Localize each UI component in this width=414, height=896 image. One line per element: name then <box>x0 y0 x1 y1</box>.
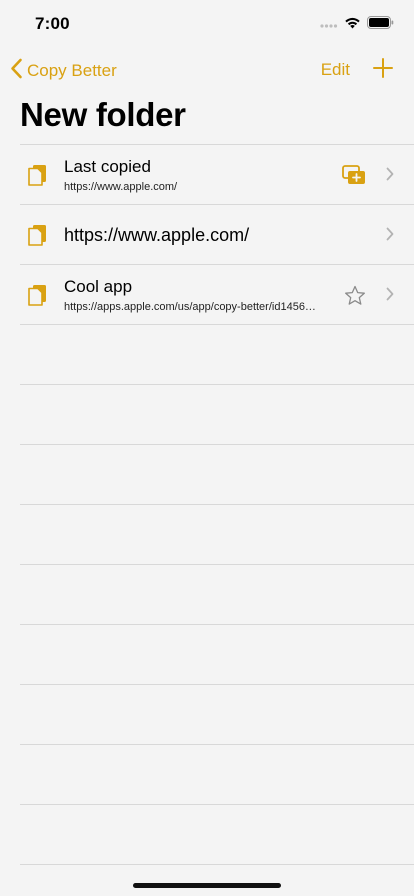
add-button[interactable] <box>372 57 394 84</box>
status-icons <box>320 16 394 34</box>
clipboard-icon <box>27 164 47 191</box>
back-button[interactable]: Copy Better <box>10 58 117 84</box>
empty-row <box>20 444 414 504</box>
empty-row <box>20 384 414 444</box>
clipboard-list: Last copied https://www.apple.com/ https… <box>0 144 414 896</box>
status-bar: 7:00 <box>0 0 414 48</box>
empty-row <box>20 324 414 384</box>
list-item-title: Cool app <box>64 277 133 296</box>
star-icon[interactable] <box>344 285 366 311</box>
clipboard-icon <box>27 284 47 311</box>
empty-row <box>20 804 414 864</box>
list-item-subtitle: https://www.apple.com/ <box>64 181 178 193</box>
clipboard-icon <box>27 224 47 251</box>
empty-row <box>20 864 414 896</box>
stacked-add-icon[interactable] <box>342 165 366 190</box>
cellular-signal-icon <box>320 16 338 34</box>
edit-button[interactable]: Edit <box>321 60 350 80</box>
list-item-title: Last copied <box>64 157 151 176</box>
navigation-bar: Copy Better Edit <box>0 52 414 90</box>
list-item[interactable]: Last copied https://www.apple.com/ <box>20 144 414 204</box>
empty-row <box>20 744 414 804</box>
plus-icon <box>373 58 393 78</box>
back-button-label: Copy Better <box>27 61 117 80</box>
chevron-right-icon <box>386 287 394 306</box>
battery-icon <box>367 16 394 34</box>
home-indicator[interactable] <box>133 883 281 888</box>
empty-row <box>20 684 414 744</box>
chevron-right-icon <box>386 167 394 186</box>
list-item-subtitle: https://apps.apple.com/us/app/copy-bette… <box>64 301 316 313</box>
empty-row <box>20 504 414 564</box>
page-title: New folder <box>20 96 186 133</box>
list-item[interactable]: Cool app https://apps.apple.com/us/app/c… <box>20 264 414 324</box>
empty-row <box>20 564 414 624</box>
chevron-left-icon <box>10 58 23 84</box>
list-item-title: https://www.apple.com/ <box>64 225 250 245</box>
empty-row <box>20 624 414 684</box>
wifi-icon <box>344 16 361 34</box>
chevron-right-icon <box>386 227 394 246</box>
list-item[interactable]: https://www.apple.com/ <box>20 204 414 264</box>
status-time: 7:00 <box>35 14 70 33</box>
